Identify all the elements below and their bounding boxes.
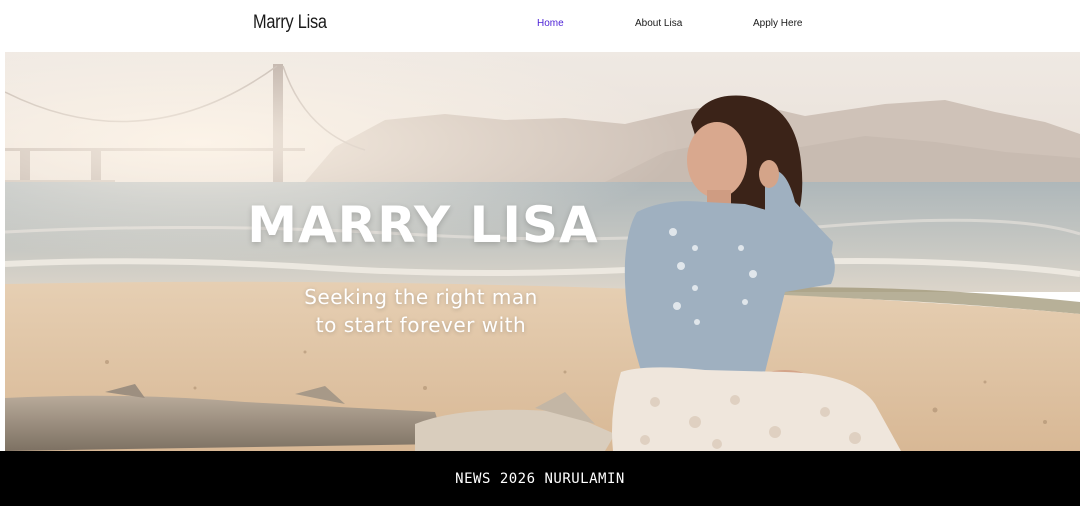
footer-text: NEWS 2026 NURULAMIN — [455, 470, 625, 487]
hero-title: MARRY LISA — [247, 196, 599, 254]
nav-about-lisa[interactable]: About Lisa — [635, 18, 682, 29]
nav-apply-here[interactable]: Apply Here — [753, 18, 802, 29]
nav-home[interactable]: Home — [537, 18, 564, 29]
site-header: Marry Lisa Home About Lisa Apply Here — [0, 0, 1080, 52]
hero-subtitle: Seeking the right man to start forever w… — [267, 283, 575, 339]
hero-subtitle-line-2: to start forever with — [315, 313, 527, 337]
site-logo[interactable]: Marry Lisa — [253, 12, 327, 34]
hero-banner: MARRY LISA Seeking the right man to star… — [5, 52, 1080, 451]
site-footer: NEWS 2026 NURULAMIN — [0, 451, 1080, 506]
hero-subtitle-line-1: Seeking the right man — [304, 285, 538, 309]
